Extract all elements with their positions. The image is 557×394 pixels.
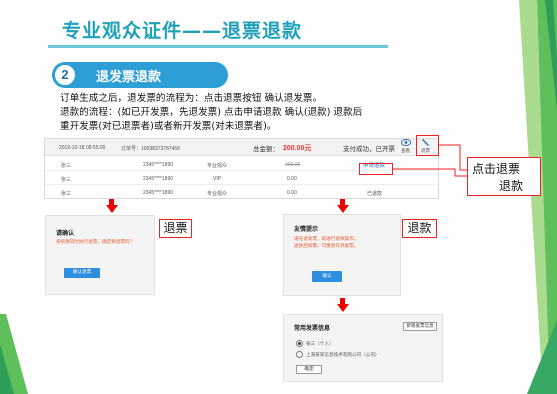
description-line-1: 订单生成之后，退发票的流程为：点击退票按钮 确认退发票。 (60, 93, 323, 104)
step-number: 2 (53, 63, 77, 87)
callout-box: 点击退票 退款 (467, 157, 541, 196)
title-underline (48, 45, 388, 48)
refund-ticket-dialog: 请确认 系统将同时执行退票，确定要退票吗？ 确认退票 (45, 215, 155, 295)
dialog-message: 系统将同时执行退票，确定要退票吗？ (56, 240, 135, 245)
row-type: 专业观众 (207, 163, 228, 169)
refunded-status: 已退款 (367, 191, 383, 197)
invoice-option-company: 上海某某信息技术有限公司（公司） (306, 352, 380, 357)
decorative-frame-right (519, 0, 557, 394)
row-phone: 2345****1890 (143, 176, 174, 182)
row-type: VIP (213, 176, 222, 182)
row-type: 专业观众 (207, 191, 228, 197)
refund-label-box: 退款 (402, 219, 437, 238)
invoice-option-radio-personal[interactable] (296, 340, 303, 347)
view-label[interactable]: 查看 (401, 148, 410, 154)
invoice-option-personal: 张三（个人） (306, 341, 334, 346)
row-phone: 2345****1890 (143, 190, 174, 196)
panel-title: 常用发票信息 (294, 325, 331, 332)
row-name: 张三 (61, 163, 72, 169)
down-arrow-icon (106, 205, 118, 213)
callout-line-2: 退款 (499, 179, 524, 193)
row-price: 0.00 (287, 176, 297, 182)
description-line-2: 退款的流程：(如已开发票，先退发票) 点击申请退款 确认(退款) 退款后 (60, 107, 363, 118)
down-arrow-icon (337, 205, 349, 213)
add-invoice-button[interactable]: 新增发票信息 (403, 322, 437, 331)
confirm-refund-ticket-button[interactable]: 确认退票 (64, 268, 100, 278)
refund-ticket-label-box: 退票 (159, 219, 192, 238)
row-price: 0.00 (287, 190, 297, 196)
invoice-confirm-button[interactable]: 确定 (296, 365, 322, 374)
invoice-info-panel: 常用发票信息 新增发票信息 张三（个人） 上海某某信息技术有限公司（公司） 确定 (283, 314, 443, 382)
table-row: 张三 2345****1890 专业观众 0.00 已退款 (45, 185, 438, 199)
invoice-option-radio-company[interactable] (296, 351, 303, 358)
row-phone: 2345****1890 (143, 162, 174, 168)
row-name: 张三 (61, 191, 72, 197)
step-title: 退发票退款 (96, 70, 162, 85)
dialog-title: 请确认 (56, 230, 75, 237)
callout-line-1: 点击退票 (472, 162, 521, 176)
dialog-message-line-1: 请先退发票，再进行退款操作。 (294, 237, 359, 242)
total-amount: 200.00元 (283, 145, 312, 152)
down-arrow-icon (337, 304, 349, 312)
order-header: 2019-10-18 08:55:00 订单号：10098373787458 总… (45, 139, 438, 156)
decorative-frame-left (0, 314, 28, 394)
description-line-3: 重开发票(对已退票者)或者新开发票(对未退票者)。 (60, 121, 277, 132)
refund-tip-dialog: 友情提示 请先退发票，再进行退款操作。 退款后如需，可重新开具发票。 确认 (283, 214, 401, 296)
total-label: 总金额： (253, 146, 279, 153)
row-name: 张三 (61, 177, 72, 183)
dialog-message-line-2: 退款后如需，可重新开具发票。 (294, 244, 359, 249)
confirm-refund-button[interactable]: 确认 (312, 271, 342, 282)
dialog-title: 友情提示 (294, 226, 319, 233)
order-status: 支付成功，已开票 (343, 146, 395, 153)
order-number: 订单号：10098373787458 (121, 146, 180, 152)
apply-refund-highlight (359, 163, 393, 175)
refund-icon-highlight (416, 135, 439, 156)
eye-icon[interactable] (401, 139, 411, 146)
order-date: 2019-10-18 08:55:00 (59, 145, 106, 151)
slide-title: 专业观众证件——退票退款 (62, 20, 303, 42)
row-price: 200.00 (285, 162, 301, 168)
